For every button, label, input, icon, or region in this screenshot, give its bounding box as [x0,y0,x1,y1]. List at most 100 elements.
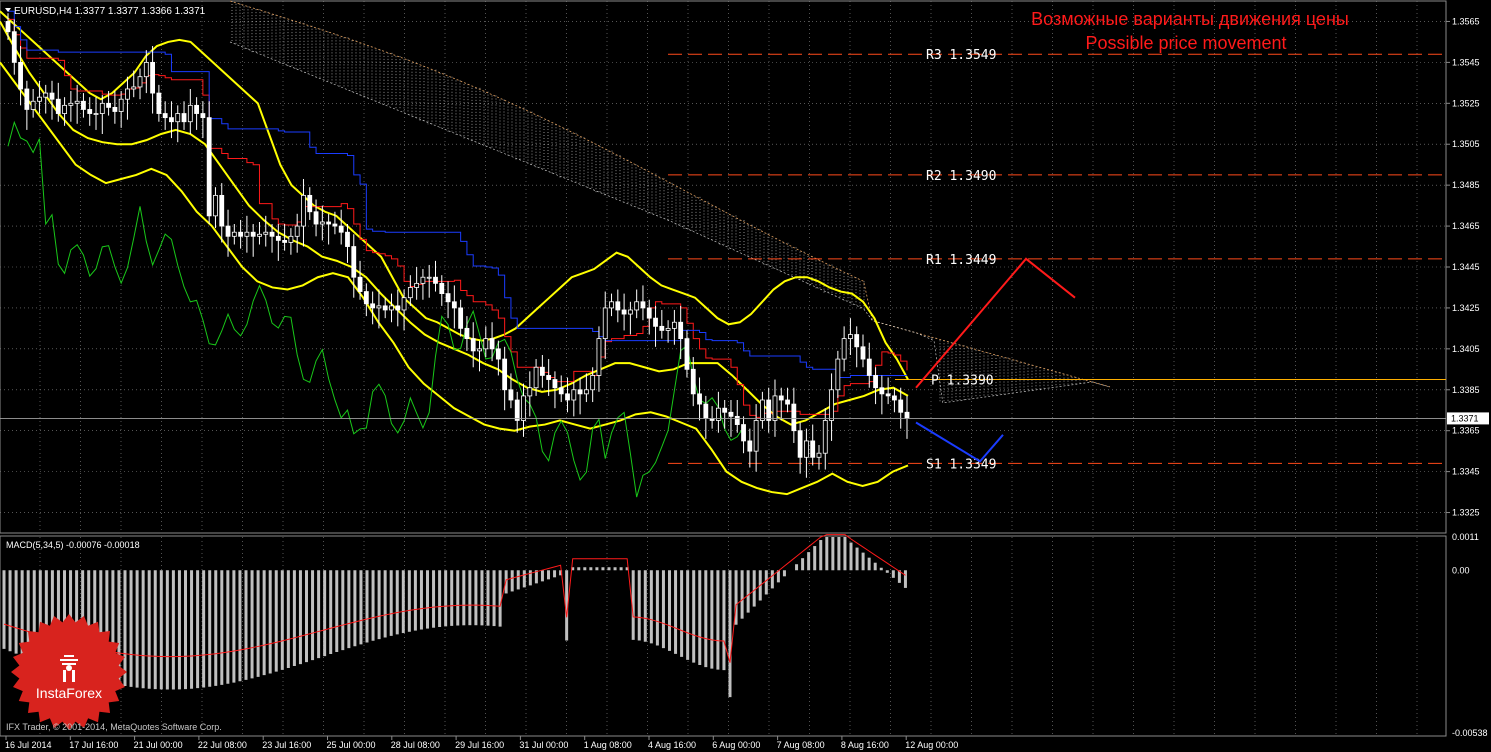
candle-body [87,109,93,114]
candlesticks [5,13,910,478]
main-grid [0,1,1446,533]
candle-body [898,399,904,413]
candle-body [747,440,753,452]
candle-body [621,309,627,315]
kijun-line [8,10,907,378]
candle-body [508,389,514,401]
candle-body [74,100,80,104]
candle-body [690,368,696,395]
macd-tick-label: -0.00538 [1452,728,1488,738]
price-tick-label: 1.3465 [1452,221,1480,231]
candle-body [659,325,665,331]
candle-body [143,61,149,78]
candle-body [55,98,61,114]
candle-body [250,231,256,237]
time-tick-label: 1 Aug 08:00 [584,740,632,750]
macd-indicator [2,534,907,698]
time-tick-label: 28 Jul 08:00 [391,740,440,750]
symbol-info: EURUSD,H4 1.3377 1.3377 1.3366 1.3371 [14,6,206,17]
candle-body [401,297,407,311]
candle-body [99,102,105,114]
time-tick-label: 22 Jul 08:00 [198,740,247,750]
candle-body [288,235,294,243]
candle-body [125,88,130,100]
candle-body [389,305,394,311]
macd-signal-line [3,534,906,663]
candle-body [753,420,759,452]
candle-body [653,317,658,327]
candle-body [558,387,564,395]
price-tick-label: 1.3545 [1452,57,1480,67]
candle-body [206,117,212,217]
candle-body [332,223,338,227]
candle-body [885,393,891,397]
candle-body [866,358,872,376]
candle-body [112,107,118,112]
candle-body [118,98,124,112]
chart-canvas: R3 1.3549 R2 1.3490 R1 1.3449 P 1.3390 S1 1.… [0,0,1489,750]
candle-body [162,113,168,119]
candle-body [382,305,388,311]
time-tick-label: 25 Jul 00:00 [327,740,376,750]
bollinger-lower [0,61,909,496]
time-tick-label: 16 Jul 2014 [5,740,52,750]
candle-body [841,338,847,360]
price-tick-label: 1.3525 [1452,98,1480,108]
candle-body [671,321,677,329]
candle-body [81,100,86,110]
candle-body [194,104,200,114]
candle-body [213,194,218,217]
candle-body [49,92,55,100]
candle-body [810,440,816,458]
forecast-paths [915,257,1076,463]
candle-body [294,225,300,237]
candle-body [514,399,520,421]
pivot-label-r1: R1 1.3449 [926,253,996,268]
candle-body [407,287,413,299]
candle-body [816,452,822,458]
candle-body [495,348,501,360]
candle-body [30,100,36,110]
candle-body [238,231,244,237]
macd-label: MACD(5,34,5) -0.00076 -0.00018 [6,540,140,550]
annotation-en: Possible price movement [1085,33,1286,53]
candle-body [439,282,445,295]
candle-body [627,309,633,315]
candle-body [873,375,878,389]
logo-text: InstaForex [36,685,102,701]
macd-tick-label: 0.0011 [1452,532,1479,542]
candle-body [829,389,834,421]
candle-body [175,113,181,123]
candle-body [43,92,49,98]
candle-body [791,403,797,432]
candle-body [590,375,596,391]
candle-body [313,211,319,225]
forecast-up-path [915,257,1076,389]
candle-body [722,407,728,413]
candle-body [684,338,690,370]
axis-labels: 1.3565 1.3545 1.3525 1.3505 1.3485 1.3465 1.34… [0,16,1489,750]
price-tick-label: 1.3505 [1452,139,1480,149]
copyright: IFX Trader, © 2001-2014, MetaQuotes Soft… [6,722,222,732]
pivot-levels: R3 1.3549 R2 1.3490 R1 1.3449 P 1.3390 S1 1.… [668,48,1446,472]
time-tick-label: 6 Aug 00:00 [712,740,760,750]
price-tick-label: 1.3405 [1452,344,1480,354]
candle-body [62,104,67,114]
candle-body [521,395,526,421]
candle-body [634,301,640,311]
time-tick-label: 4 Aug 16:00 [648,740,696,750]
candle-body [263,231,269,235]
candle-body [804,440,809,458]
time-tick-label: 21 Jul 00:00 [134,740,183,750]
candle-body [131,86,137,90]
candle-body [646,307,652,319]
candle-body [577,389,583,395]
candle-body [527,387,533,397]
candle-body [571,389,577,401]
candle-body [326,221,332,225]
candle-body [546,375,552,380]
candle-body [703,403,709,419]
candle-body [370,303,376,309]
candle-body [307,194,313,213]
candle-body [602,307,608,340]
